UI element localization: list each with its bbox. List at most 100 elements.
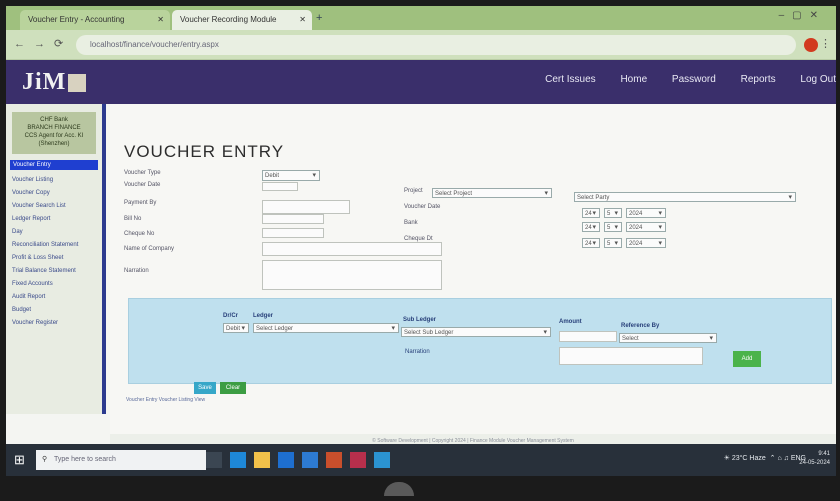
nav-cert-issues[interactable]: Cert Issues	[545, 74, 596, 85]
tab-title: Voucher Recording Module	[180, 15, 277, 24]
page-title: VOUCHER ENTRY	[124, 142, 285, 161]
edge-icon[interactable]	[230, 452, 246, 468]
tray-icons: ⌃ ⌂ ♫	[769, 455, 791, 462]
profile-avatar[interactable]	[804, 38, 818, 52]
sidebar-item[interactable]: Voucher Listing	[12, 176, 96, 184]
sidebar-item[interactable]: Trial Balance Statement	[12, 267, 96, 275]
label-reference-by: Reference By	[621, 323, 660, 329]
url-text: localhost/finance/voucher/entry.aspx	[90, 40, 219, 49]
org-box: CHF Bank BRANCH FINANCE CCS Agent for Ac…	[12, 112, 96, 154]
day-select-1[interactable]: 24	[582, 208, 600, 218]
ledger-select[interactable]: Select Ledger	[253, 323, 399, 333]
address-bar: ←→⟳ localhost/finance/voucher/entry.aspx…	[6, 30, 836, 60]
sidebar-item[interactable]: Budget	[12, 306, 96, 314]
add-button[interactable]: Add	[733, 351, 761, 367]
nav-password[interactable]: Password	[672, 74, 716, 85]
weather-text: 23°C Haze	[731, 455, 766, 462]
sidebar-item[interactable]: Voucher Copy	[12, 189, 96, 197]
close-icon[interactable]: ✕	[157, 10, 164, 30]
label-amount: Amount	[559, 319, 582, 325]
month-select-2[interactable]: 5	[604, 222, 622, 232]
cheque-no-input[interactable]	[262, 228, 324, 238]
app-header: JiM Cert Issues Home Password Reports Lo…	[6, 60, 836, 104]
browser-tabbar: Voucher Entry - Accounting ✕ Voucher Reco…	[6, 6, 836, 30]
screen: Voucher Entry - Accounting ✕ Voucher Reco…	[6, 6, 836, 476]
info-links[interactable]: Voucher Entry Voucher Listing View	[126, 397, 205, 403]
mail-icon[interactable]	[278, 452, 294, 468]
logo-emblem	[68, 74, 87, 93]
label-panel-narration: Narration	[405, 349, 430, 355]
bill-no-input[interactable]	[262, 214, 324, 224]
narration-textarea[interactable]	[262, 260, 442, 290]
year-select-1[interactable]: 2024	[626, 208, 666, 218]
word-icon[interactable]	[374, 452, 390, 468]
task-view-icon[interactable]	[206, 452, 222, 468]
voucher-type-select[interactable]: Debit	[262, 170, 320, 181]
clear-button[interactable]: Clear	[220, 382, 246, 394]
url-field[interactable]: localhost/finance/voucher/entry.aspx	[76, 35, 796, 55]
label-voucher-date2: Voucher Date	[404, 204, 441, 210]
month-select-3[interactable]: 5	[604, 238, 622, 248]
label-voucher-type: Voucher Type	[124, 170, 161, 176]
chrome-icon[interactable]	[326, 452, 342, 468]
sidebar-item[interactable]: Ledger Report	[12, 215, 96, 223]
reference-select[interactable]: Select	[619, 333, 717, 343]
project-select[interactable]: Select Project	[432, 188, 552, 198]
subledger-select[interactable]: Select Sub Ledger	[401, 327, 551, 337]
party-select[interactable]: Select Party	[574, 192, 796, 202]
label-name-of-company: Name of Company	[124, 246, 175, 252]
nav-logout[interactable]: Log Out	[800, 74, 836, 85]
close-icon[interactable]: ✕	[299, 10, 306, 30]
sidebar-item[interactable]: Voucher Search List	[12, 202, 96, 210]
nav-home[interactable]: Home	[620, 74, 647, 85]
label-drcr: Dr/Cr	[223, 313, 239, 319]
folder-icon[interactable]	[254, 452, 270, 468]
year-select-2[interactable]: 2024	[626, 222, 666, 232]
day-select-2[interactable]: 24	[582, 222, 600, 232]
clock-time: 9:41	[818, 451, 830, 457]
company-input[interactable]	[262, 242, 442, 256]
main-content: VOUCHER ENTRY Voucher Type Debit Voucher…	[110, 104, 836, 434]
clock[interactable]: 9:41 24-05-2024	[799, 450, 830, 468]
window-controls[interactable]: –▢✕	[779, 10, 826, 21]
label-cheque-no: Cheque No	[124, 231, 155, 237]
payment-by-input[interactable]	[262, 200, 350, 214]
search-icon: ⚲	[42, 456, 48, 463]
monitor-logo	[384, 482, 414, 496]
search-placeholder: Type here to search	[54, 456, 116, 463]
weather-icon: ☀	[723, 455, 732, 462]
sidebar-item[interactable]: Voucher Register	[12, 319, 96, 327]
sidebar: CHF Bank BRANCH FINANCE CCS Agent for Ac…	[6, 104, 106, 414]
sidebar-item[interactable]: Profit & Loss Sheet	[12, 254, 96, 262]
menu-icon[interactable]: ⋮	[820, 37, 831, 50]
sidebar-item[interactable]: Day	[12, 228, 96, 236]
year-select-3[interactable]: 2024	[626, 238, 666, 248]
app-icon[interactable]	[350, 452, 366, 468]
drcr-select[interactable]: Debit	[223, 323, 249, 333]
label-date: Voucher Date	[124, 182, 161, 188]
nav-reports[interactable]: Reports	[741, 74, 776, 85]
nav-buttons[interactable]: ←→⟳	[14, 37, 72, 50]
label-cheque-dt: Cheque Dt	[404, 236, 433, 242]
amount-input[interactable]	[559, 331, 617, 342]
sidebar-item[interactable]: Reconciliation Statement	[12, 241, 96, 249]
day-select-3[interactable]: 24	[582, 238, 600, 248]
system-tray[interactable]: ☀ 23°C Haze ⌃ ⌂ ♫ ENG	[724, 454, 806, 462]
month-select-1[interactable]: 5	[604, 208, 622, 218]
windows-start-icon[interactable]: ⊞	[14, 453, 28, 467]
taskbar: ⊞ ⚲ Type here to search ☀ 23°C Haze ⌃ ⌂ ♫…	[6, 444, 836, 476]
sidebar-item[interactable]: Fixed Accounts	[12, 280, 96, 288]
store-icon[interactable]	[302, 452, 318, 468]
save-button[interactable]: Save	[194, 382, 216, 394]
browser-tab-active[interactable]: Voucher Recording Module ✕	[172, 10, 312, 30]
browser-tab[interactable]: Voucher Entry - Accounting ✕	[20, 10, 170, 30]
date-input[interactable]	[262, 182, 298, 191]
ledger-entry-panel: Dr/Cr Debit Ledger Select Ledger Sub Led…	[128, 298, 832, 384]
label-payment-by: Payment By	[124, 200, 157, 206]
top-nav: Cert Issues Home Password Reports Log Ou…	[523, 74, 836, 85]
sidebar-item-active[interactable]: Voucher Entry	[10, 160, 98, 170]
sidebar-item[interactable]: Audit Report	[12, 293, 96, 301]
panel-narration-input[interactable]	[559, 347, 703, 365]
taskbar-search[interactable]: ⚲ Type here to search	[36, 450, 206, 470]
new-tab-icon[interactable]: +	[316, 12, 322, 24]
